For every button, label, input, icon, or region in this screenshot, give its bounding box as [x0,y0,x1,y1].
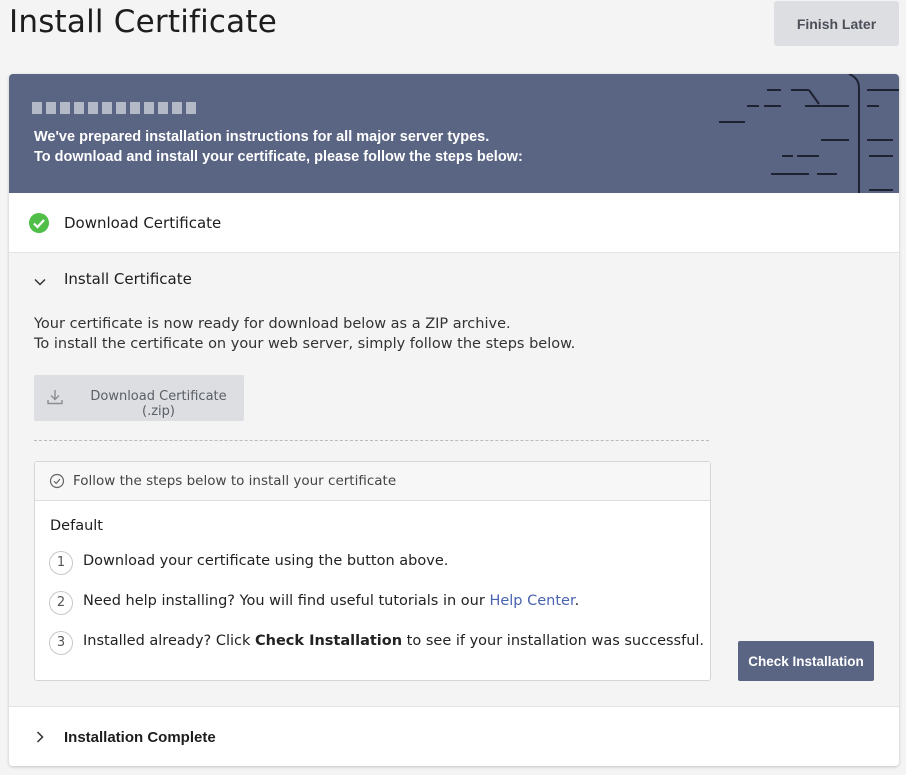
banner-text-line2: To download and install your certificate… [34,149,523,165]
step-number: 1 [49,551,73,575]
check-installation-button[interactable]: Check Installation [738,641,874,681]
install-card: We've prepared installation instructions… [9,74,899,766]
dashed-divider [34,440,709,441]
chevron-right-icon [36,731,44,743]
finish-later-button[interactable]: Finish Later [774,1,899,46]
step-installation-complete[interactable]: Installation Complete [9,706,899,766]
step-text-before: Need help installing? You will find usef… [83,593,490,609]
step-download-label: Download Certificate [64,213,222,232]
install-description-line1: Your certificate is now ready for downlo… [34,316,511,332]
download-zip-button[interactable]: Download Certificate (.zip) [34,375,244,421]
help-center-link[interactable]: Help Center [489,593,574,609]
page-title: Install Certificate [9,4,277,40]
step-install-certificate-panel: Install Certificate Your certificate is … [9,253,899,706]
step-number: 2 [49,591,73,615]
download-zip-label: Download Certificate (.zip) [90,389,227,419]
check-circle-outline-icon [49,473,65,489]
domain-name-redacted [32,97,212,119]
step-text: Download your certificate using the butt… [83,553,449,569]
chevron-down-icon[interactable] [33,275,47,289]
server-type-label: Default [50,518,103,534]
step-text-before: Installed already? Click [83,633,255,649]
download-icon [47,390,63,405]
step-complete-label: Installation Complete [64,728,216,746]
instructions-header: Follow the steps below to install your c… [35,462,710,501]
step-text: Need help installing? You will find usef… [83,593,579,609]
step-download-certificate[interactable]: Download Certificate [9,193,899,253]
step-install-label[interactable]: Install Certificate [64,270,192,288]
instructions-header-text: Follow the steps below to install your c… [73,473,397,489]
step-text: Installed already? Click Check Installat… [83,633,704,649]
step-text-after: to see if your installation was successf… [402,633,705,649]
decorative-lines-graphic [719,74,899,193]
banner-text-line1: We've prepared installation instructions… [34,129,490,145]
step-number: 3 [49,631,73,655]
step-text-after: . [574,593,580,609]
install-description-line2: To install the certificate on your web s… [34,336,576,352]
instructions-banner: We've prepared installation instructions… [9,74,899,193]
step-text-bold: Check Installation [255,633,403,649]
install-instructions-box: Follow the steps below to install your c… [34,461,711,681]
check-circle-icon [29,212,49,233]
